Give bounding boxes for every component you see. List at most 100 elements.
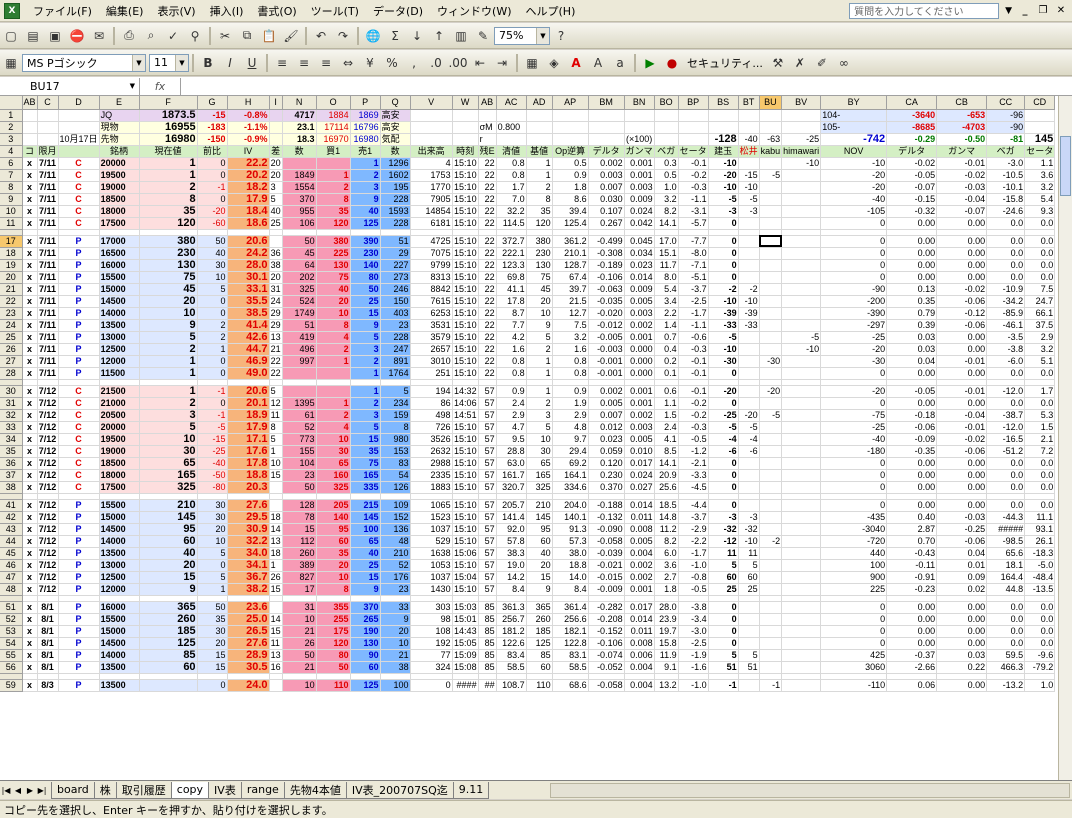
cell[interactable]: 29.4: [552, 445, 589, 458]
cell[interactable]: P: [58, 259, 100, 272]
cell[interactable]: 9.1: [654, 661, 679, 674]
cell[interactable]: 30: [197, 511, 228, 524]
cell[interactable]: P: [58, 499, 100, 512]
cell[interactable]: 1: [269, 445, 283, 458]
cell[interactable]: 0.024: [624, 205, 655, 218]
cell[interactable]: 24.7: [1024, 295, 1056, 308]
cell[interactable]: 997: [282, 355, 317, 368]
cell[interactable]: 0.00: [936, 481, 988, 494]
cell[interactable]: -7.7: [678, 235, 709, 248]
cell[interactable]: 15:10: [452, 247, 479, 260]
cell[interactable]: [410, 133, 453, 146]
cell[interactable]: -200: [820, 295, 888, 308]
cell[interactable]: -30: [820, 355, 888, 368]
cell[interactable]: 8842: [410, 283, 453, 296]
cell[interactable]: 0.03: [886, 331, 938, 344]
cell[interactable]: 0.0: [1024, 397, 1056, 410]
cell[interactable]: 165: [350, 469, 381, 482]
cell[interactable]: 57: [478, 397, 497, 410]
cell[interactable]: 0.00: [886, 637, 938, 650]
cell[interactable]: 0: [820, 601, 888, 614]
cell[interactable]: 165: [139, 469, 198, 482]
cell[interactable]: 256.7: [496, 613, 527, 626]
cell[interactable]: 228: [380, 193, 411, 206]
cell[interactable]: 0.000: [624, 367, 655, 380]
cell[interactable]: 15:10: [452, 169, 479, 182]
cell[interactable]: 24.0: [227, 679, 270, 692]
cell[interactable]: x: [22, 385, 38, 398]
cell[interactable]: 320.7: [496, 481, 527, 494]
cell[interactable]: 39.4: [552, 205, 589, 218]
cell[interactable]: 0.00: [936, 625, 988, 638]
cell[interactable]: 181.2: [496, 625, 527, 638]
cell[interactable]: 57: [478, 571, 497, 584]
cell[interactable]: -3.5: [986, 331, 1026, 344]
cell[interactable]: 130: [139, 259, 198, 272]
cell[interactable]: 18.2: [227, 181, 270, 194]
cell[interactable]: 2: [526, 343, 553, 356]
cell[interactable]: [759, 421, 783, 434]
cell[interactable]: -0.015: [588, 571, 625, 584]
sheet-tab[interactable]: IV表_200707SQ迄: [345, 781, 454, 799]
cell[interactable]: 0.002: [588, 157, 625, 170]
cell[interactable]: 4725: [410, 235, 453, 248]
cell[interactable]: 49.0: [227, 367, 270, 380]
cell[interactable]: -5: [738, 193, 760, 206]
addin-icon[interactable]: ∞: [834, 53, 854, 73]
cell[interactable]: -3040: [820, 523, 888, 536]
comma-icon[interactable]: ,: [404, 53, 424, 73]
cell[interactable]: [738, 235, 760, 248]
cell[interactable]: 44.8: [986, 583, 1026, 596]
cell[interactable]: 8/3: [37, 679, 59, 692]
cell[interactable]: 234: [380, 397, 411, 410]
cell[interactable]: -0.090: [588, 523, 625, 536]
cell[interactable]: 18.3: [282, 133, 317, 146]
row-header[interactable]: 54: [0, 637, 23, 650]
cell[interactable]: 22: [478, 193, 497, 206]
cell[interactable]: -0.32: [886, 205, 938, 218]
hyperlink-icon[interactable]: 🌐: [363, 26, 383, 46]
cell[interactable]: 0: [708, 271, 739, 284]
cell[interactable]: x: [22, 193, 38, 206]
mail-icon[interactable]: ✉: [89, 26, 109, 46]
cell[interactable]: 15:10: [452, 319, 479, 332]
column-header[interactable]: BN: [624, 96, 655, 110]
row-header[interactable]: 22: [0, 295, 23, 308]
cell[interactable]: -0.003: [588, 343, 625, 356]
cell[interactable]: 8: [380, 421, 411, 434]
cell[interactable]: -0.308: [588, 247, 625, 260]
cell[interactable]: 15: [139, 571, 198, 584]
cell[interactable]: -16.5: [986, 433, 1026, 446]
cell[interactable]: [316, 157, 351, 170]
cell[interactable]: 15:10: [452, 457, 479, 470]
cell[interactable]: -60: [197, 217, 228, 230]
cell[interactable]: 7/12: [37, 421, 59, 434]
cell[interactable]: 36.7: [227, 571, 270, 584]
cell[interactable]: [781, 649, 822, 662]
cell[interactable]: 0.00: [936, 259, 988, 272]
cell[interactable]: 10: [269, 457, 283, 470]
permission-icon[interactable]: ⛔: [67, 26, 87, 46]
row-header[interactable]: 21: [0, 283, 23, 296]
cell[interactable]: 3: [350, 409, 381, 422]
cell[interactable]: 5: [380, 385, 411, 398]
column-label[interactable]: kabu: [759, 145, 783, 158]
cell[interactable]: 57: [478, 457, 497, 470]
cell[interactable]: [781, 499, 822, 512]
cell[interactable]: [738, 331, 760, 344]
cell[interactable]: 145: [1024, 133, 1056, 146]
cell[interactable]: P: [58, 547, 100, 560]
cell[interactable]: [452, 133, 479, 146]
cell[interactable]: 7/12: [37, 409, 59, 422]
cell[interactable]: 0.00: [936, 679, 988, 692]
cell[interactable]: 10: [197, 271, 228, 284]
cell[interactable]: -0.01: [936, 355, 988, 368]
cell[interactable]: 1: [269, 559, 283, 572]
cell[interactable]: 51: [282, 319, 317, 332]
cell[interactable]: -85.9: [986, 307, 1026, 320]
cell[interactable]: 31: [269, 283, 283, 296]
cell[interactable]: -0.23: [886, 583, 938, 596]
cell[interactable]: 0.9: [552, 169, 589, 182]
cell[interactable]: 140.1: [552, 511, 589, 524]
cell[interactable]: 1: [526, 385, 553, 398]
